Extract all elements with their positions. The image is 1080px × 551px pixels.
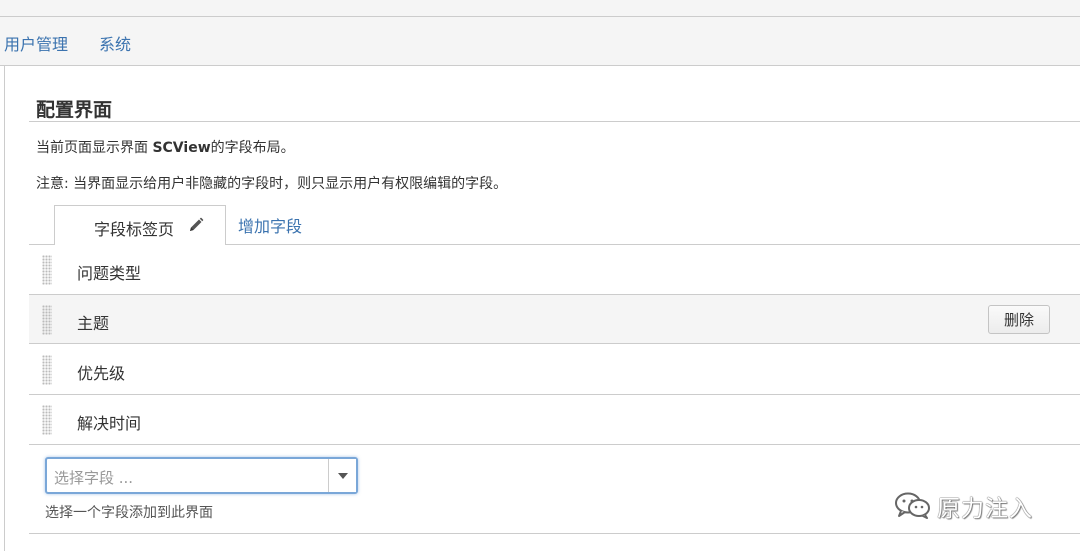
field-select-dropdown[interactable]: 选择字段 ...	[45, 457, 358, 494]
screen-name: SCView	[152, 140, 211, 156]
field-label: 问题类型	[77, 264, 142, 283]
field-row-priority[interactable]: 优先级	[29, 345, 1080, 395]
watermark-text: 原力注入	[937, 496, 1033, 522]
field-select-help: 选择一个字段添加到此界面	[45, 505, 213, 521]
bottom-divider	[29, 533, 1080, 534]
chevron-down-icon[interactable]	[328, 459, 356, 492]
watermark: 原力注入	[893, 487, 1053, 523]
admin-nav: 用户管理 系统	[0, 17, 1080, 66]
drag-handle-icon[interactable]	[42, 305, 52, 335]
drag-handle-icon[interactable]	[42, 355, 52, 385]
visibility-note: 注意: 当界面显示给用户非隐藏的字段时，则只显示用户有权限编辑的字段。	[36, 176, 508, 192]
nav-system[interactable]: 系统	[99, 31, 131, 55]
title-divider	[29, 121, 1080, 122]
field-select-placeholder: 选择字段 ...	[54, 469, 134, 487]
tab-field-tab[interactable]: 字段标签页	[54, 205, 226, 245]
drag-handle-icon[interactable]	[42, 255, 52, 285]
add-tab-button[interactable]: 增加字段	[238, 213, 302, 237]
drag-handle-icon[interactable]	[42, 405, 52, 435]
wechat-icon	[895, 492, 930, 519]
screen-description: 当前页面显示界面 SCView的字段布局。	[36, 140, 295, 156]
content-border	[4, 66, 5, 551]
top-bar	[0, 0, 1080, 17]
tab-field-tab-label: 字段标签页	[94, 220, 175, 239]
field-label: 优先级	[77, 364, 126, 383]
field-label: 解决时间	[77, 414, 142, 433]
field-row-issue-type[interactable]: 问题类型	[29, 245, 1080, 295]
field-row-resolution-time[interactable]: 解决时间	[29, 395, 1080, 445]
field-label: 主题	[77, 314, 110, 333]
delete-field-button[interactable]: 删除	[988, 305, 1050, 334]
nav-user-management[interactable]: 用户管理	[4, 31, 68, 55]
field-row-summary[interactable]: 主题 删除	[29, 294, 1080, 344]
page-title: 配置界面	[36, 99, 113, 121]
pencil-icon[interactable]	[188, 217, 204, 233]
